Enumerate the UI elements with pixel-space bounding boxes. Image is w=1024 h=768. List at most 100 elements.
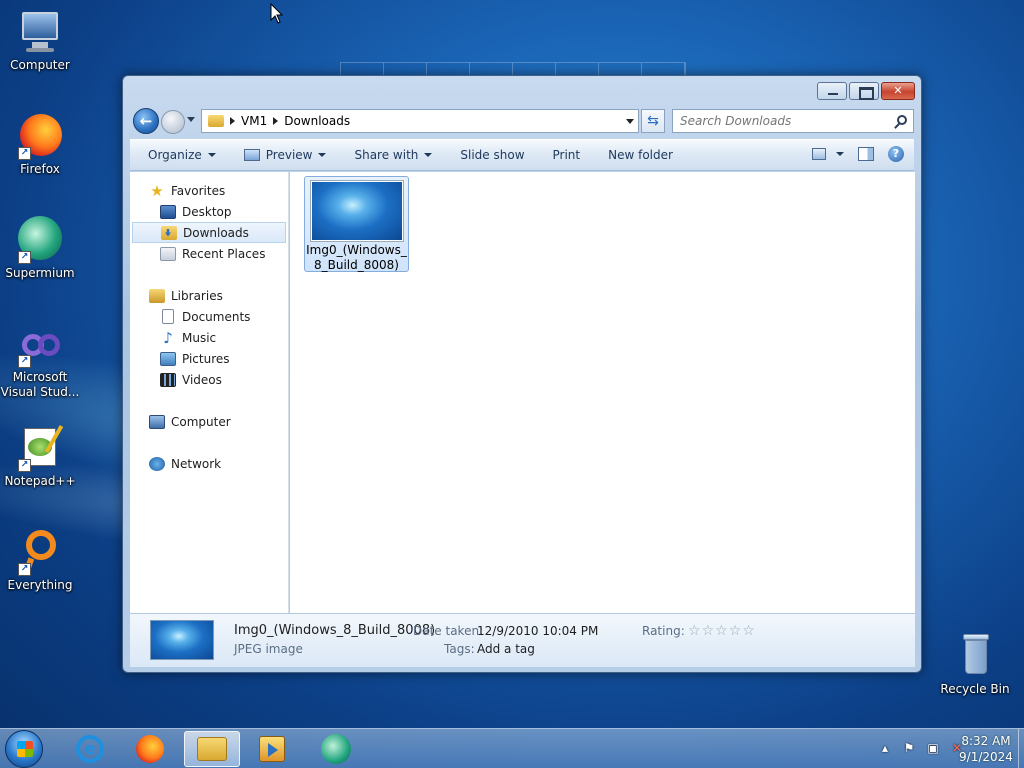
desktop-icon (160, 204, 176, 219)
nav-desktop[interactable]: Desktop (130, 201, 288, 222)
desktop-icon-supermium[interactable]: ↗ Supermium (0, 216, 80, 281)
nav-libraries[interactable]: Libraries (130, 285, 288, 306)
desktop-icon-label: Microsoft Visual Stud... (0, 370, 80, 399)
libraries-icon (149, 288, 165, 303)
nav-music[interactable]: ♪ Music (130, 327, 288, 348)
image-thumbnail (310, 181, 403, 241)
nav-recent-places[interactable]: Recent Places (130, 243, 288, 264)
taskbar-supermium[interactable] (308, 731, 364, 767)
show-desktop-button[interactable] (1018, 729, 1024, 768)
rating-star-icon[interactable]: ☆ (715, 623, 728, 639)
nav-favorites[interactable]: ★ Favorites (130, 180, 288, 201)
supermium-icon: ↗ (16, 216, 64, 264)
rating-star-icon[interactable]: ☆ (729, 623, 742, 639)
desktop-icon-firefox[interactable]: ↗ Firefox (0, 112, 80, 177)
back-button[interactable]: ← (133, 108, 159, 134)
taskbar-firefox[interactable] (122, 731, 178, 767)
start-button[interactable] (5, 730, 43, 768)
nav-documents[interactable]: Documents (130, 306, 288, 327)
explorer-window[interactable]: ✕ ← VM1 Downloads ⇆ Organize Preview Sha… (122, 75, 922, 673)
rating-star-icon[interactable]: ☆ (688, 623, 701, 639)
nav-pictures[interactable]: Pictures (130, 348, 288, 369)
desktop-icon-label: Everything (7, 578, 73, 592)
preview-label: Preview (265, 148, 313, 162)
nav-computer[interactable]: Computer (130, 411, 288, 432)
details-thumbnail (150, 620, 214, 660)
organize-label: Organize (148, 148, 202, 162)
system-tray: ▴ ⚑ ▣ ✕ (878, 741, 964, 755)
print-button[interactable]: Print (553, 148, 581, 162)
refresh-button[interactable]: ⇆ (641, 109, 665, 133)
arrow-left-icon: ← (139, 112, 153, 130)
computer-icon (16, 8, 64, 56)
clock[interactable]: 8:32 AM 9/1/2024 (956, 733, 1016, 765)
desktop-icon-computer[interactable]: Computer (0, 8, 80, 73)
preview-button[interactable]: Preview (243, 148, 327, 162)
share-with-button[interactable]: Share with (354, 148, 433, 162)
file-name-line: Img0_(Windows_ (306, 243, 407, 257)
nav-label: Pictures (182, 351, 230, 366)
breadcrumb-vm1[interactable]: VM1 (241, 114, 267, 128)
slide-show-button[interactable]: Slide show (460, 148, 524, 162)
details-file-type: JPEG image (234, 642, 303, 656)
tags-value[interactable]: Add a tag (477, 642, 535, 656)
network-status-icon[interactable]: ▣ (926, 741, 940, 755)
shortcut-arrow-icon: ↗ (18, 251, 31, 264)
taskbar-windows-explorer[interactable] (184, 731, 240, 767)
slide-show-label: Slide show (460, 148, 525, 162)
desktop-icon-label: Recycle Bin (940, 682, 1010, 696)
firefox-icon (136, 735, 164, 763)
rating-stars[interactable]: ☆ ☆ ☆ ☆ ☆ (688, 623, 755, 639)
nav-label: Favorites (171, 183, 226, 198)
file-item[interactable]: Img0_(Windows_ 8_Build_8008) (304, 176, 409, 272)
address-dropdown-icon[interactable] (626, 119, 634, 124)
search-icon[interactable] (897, 115, 907, 125)
nav-network[interactable]: Network (130, 453, 288, 474)
show-hidden-icons-icon[interactable]: ▴ (878, 741, 892, 755)
recent-pages-dropdown[interactable] (187, 117, 195, 122)
breadcrumb-downloads[interactable]: Downloads (284, 114, 350, 128)
search-box[interactable] (672, 109, 914, 133)
preview-pane-icon[interactable] (858, 147, 874, 161)
new-folder-button[interactable]: New folder (608, 148, 673, 162)
date-taken-value[interactable]: 12/9/2010 10:04 PM (477, 624, 598, 638)
notepad-plus-plus-icon: ↗ (16, 424, 64, 472)
change-view-button[interactable] (812, 148, 844, 160)
file-list[interactable]: Img0_(Windows_ 8_Build_8008) (290, 172, 915, 613)
taskbar: e ▴ ⚑ ▣ ✕ 8:32 AM 9/1/2024 (0, 728, 1024, 768)
maximize-button[interactable] (849, 82, 879, 100)
date-taken-label: Date taken: (413, 624, 484, 638)
desktop-icon-label: Firefox (20, 162, 60, 176)
desktop-icon-visual-studio[interactable]: ↗ Microsoft Visual Stud... (0, 330, 80, 400)
forward-button[interactable] (161, 110, 185, 134)
nav-downloads[interactable]: Downloads (132, 222, 286, 243)
action-center-flag-icon[interactable]: ⚑ (902, 741, 916, 755)
chevron-right-icon[interactable] (230, 117, 235, 125)
address-bar[interactable]: VM1 Downloads (201, 109, 639, 133)
nav-label: Videos (182, 372, 222, 387)
print-label: Print (552, 148, 581, 162)
desktop-icon-label: Notepad++ (4, 474, 76, 488)
taskbar-internet-explorer[interactable]: e (62, 731, 118, 767)
chevron-down-icon (836, 152, 844, 156)
help-icon[interactable]: ? (888, 146, 904, 162)
details-file-name: Img0_(Windows_8_Build_8008) (234, 623, 436, 638)
shortcut-arrow-icon: ↗ (18, 563, 31, 576)
nav-videos[interactable]: Videos (130, 369, 288, 390)
close-button[interactable]: ✕ (881, 82, 915, 100)
rating-star-icon[interactable]: ☆ (742, 623, 755, 639)
chevron-right-icon[interactable] (273, 117, 279, 125)
computer-icon (149, 414, 165, 429)
desktop-icon-everything[interactable]: ↗ Everything (0, 528, 80, 593)
organize-button[interactable]: Organize (148, 148, 216, 162)
search-input[interactable] (673, 110, 883, 132)
desktop-icon-recycle-bin[interactable]: Recycle Bin (935, 632, 1015, 697)
taskbar-media-player[interactable] (244, 731, 300, 767)
minimize-button[interactable] (817, 82, 847, 100)
visual-studio-icon: ↗ (16, 330, 64, 368)
desktop-icon-notepad-plus-plus[interactable]: ↗ Notepad++ (0, 424, 80, 489)
rating-star-icon[interactable]: ☆ (702, 623, 715, 639)
network-icon (149, 456, 165, 471)
shortcut-arrow-icon: ↗ (18, 459, 31, 472)
recent-places-icon (160, 246, 176, 261)
